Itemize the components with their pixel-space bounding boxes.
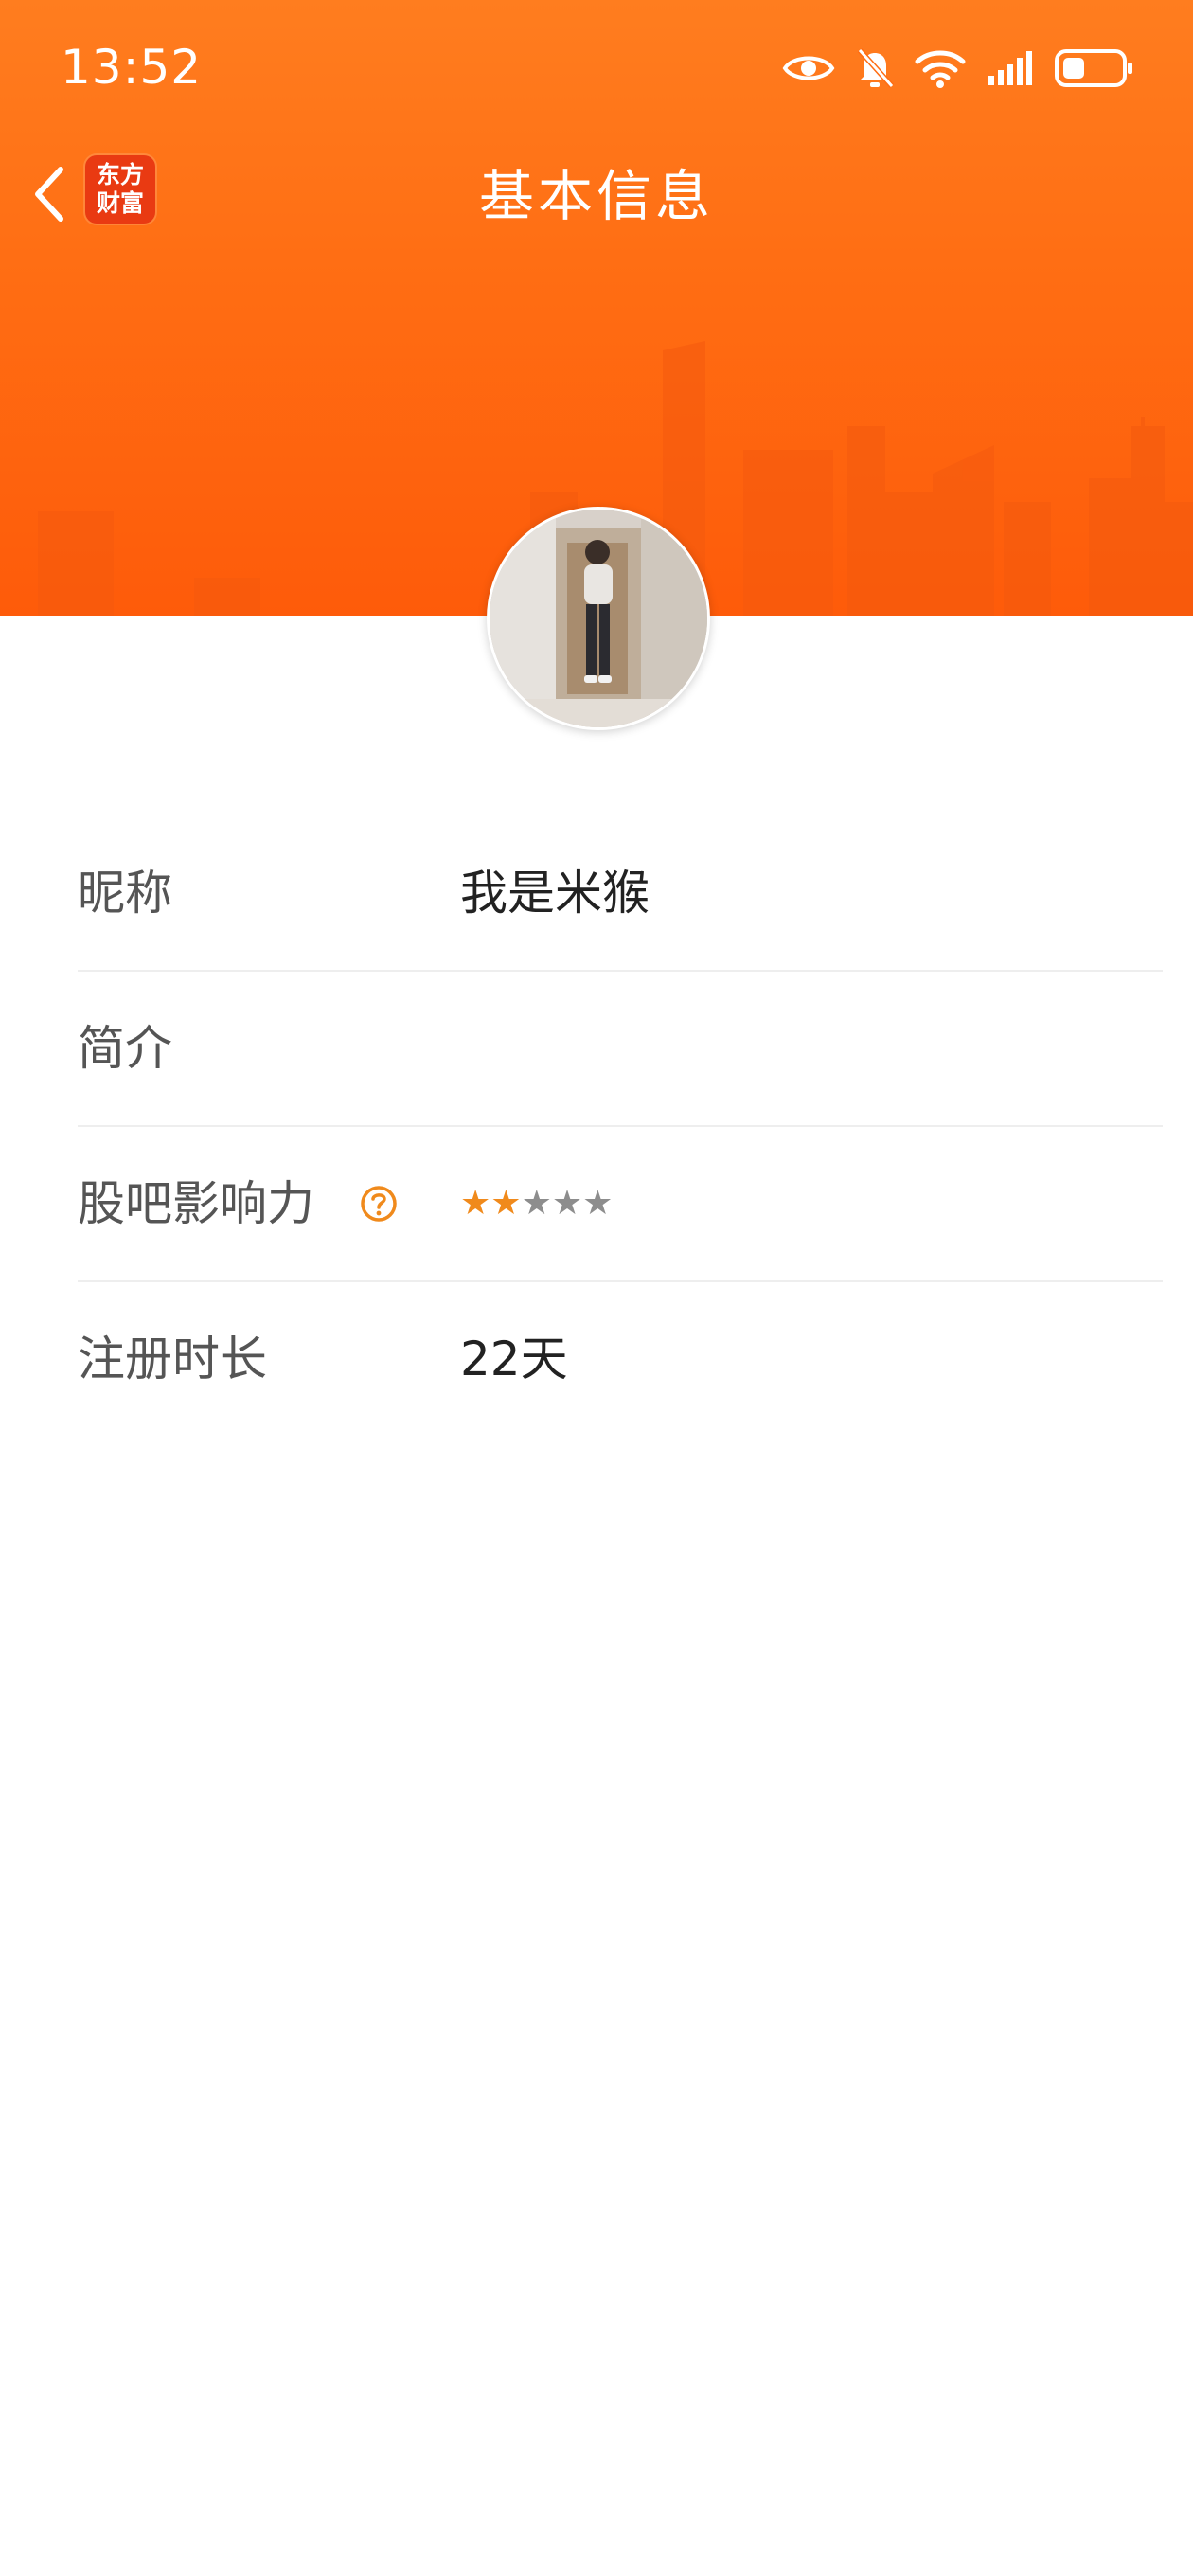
nickname-value: 我是米猴 (460, 866, 650, 921)
influence-stars: ★ ★ ★ ★ ★ (460, 1127, 613, 1280)
avatar[interactable] (487, 507, 710, 730)
star-empty-icon: ★ (582, 1184, 614, 1223)
nickname-row[interactable]: 昵称 我是米猴 (78, 816, 1163, 972)
avatar-photo (490, 510, 707, 727)
bio-row[interactable]: 简介 (78, 972, 1163, 1127)
status-bar: 13:52 (0, 0, 1193, 133)
status-time: 13:52 (61, 40, 203, 95)
bell-muted-icon (857, 47, 894, 89)
battery-icon (1055, 49, 1132, 87)
status-icons (782, 42, 1134, 95)
star-filled-icon: ★ (490, 1184, 522, 1223)
influence-row: 股吧影响力 ★ ★ ★ ★ ★ (78, 1127, 1163, 1282)
influence-label: 股吧影响力 (78, 1176, 314, 1231)
star-filled-icon: ★ (460, 1184, 491, 1223)
eye-icon (782, 56, 835, 80)
question-circle-icon[interactable] (360, 1185, 398, 1223)
nickname-label: 昵称 (78, 866, 172, 921)
wifi-icon (915, 50, 966, 88)
registration-label: 注册时长 (78, 1332, 267, 1386)
navigation-bar: 东方 财富 基本信息 (0, 142, 1193, 246)
star-empty-icon: ★ (521, 1184, 552, 1223)
star-empty-icon: ★ (551, 1184, 583, 1223)
signal-icon (988, 51, 1032, 85)
registration-value: 22天 (460, 1332, 568, 1386)
registration-row: 注册时长 22天 (78, 1282, 1163, 1436)
profile-info-list: 昵称 我是米猴 简介 股吧影响力 ★ ★ ★ ★ ★ 注册时长 22天 (78, 816, 1163, 1436)
page-title: 基本信息 (478, 164, 714, 228)
bio-label: 简介 (78, 1021, 172, 1076)
